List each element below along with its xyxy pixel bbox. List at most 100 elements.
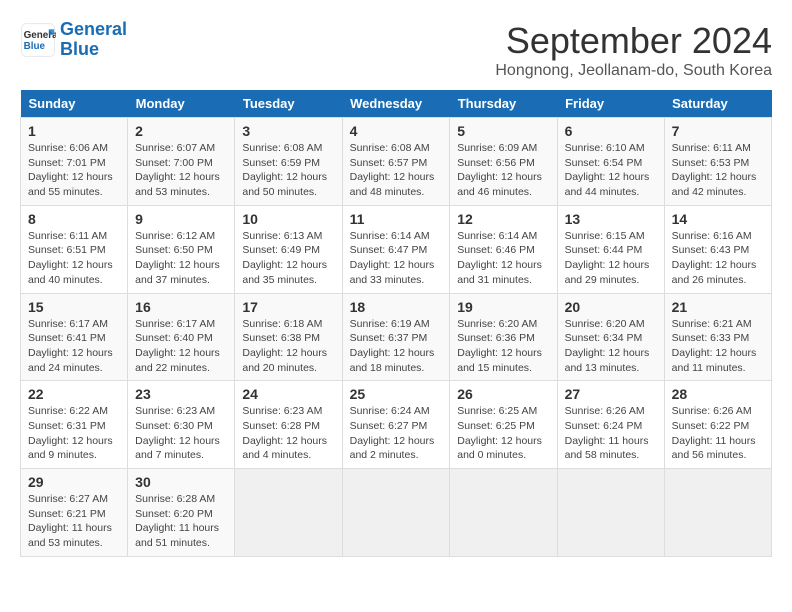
cell-info: Sunrise: 6:20 AMSunset: 6:34 PMDaylight:… xyxy=(565,318,650,374)
day-number: 19 xyxy=(457,299,549,315)
day-number: 14 xyxy=(672,211,764,227)
weekday-header-thursday: Thursday xyxy=(450,90,557,118)
cell-info: Sunrise: 6:06 AMSunset: 7:01 PMDaylight:… xyxy=(28,142,113,198)
calendar-cell xyxy=(235,469,342,557)
day-number: 26 xyxy=(457,386,549,402)
cell-info: Sunrise: 6:11 AMSunset: 6:51 PMDaylight:… xyxy=(28,230,113,286)
day-number: 13 xyxy=(565,211,657,227)
calendar-cell: 12 Sunrise: 6:14 AMSunset: 6:46 PMDaylig… xyxy=(450,205,557,293)
cell-info: Sunrise: 6:27 AMSunset: 6:21 PMDaylight:… xyxy=(28,493,112,549)
cell-info: Sunrise: 6:24 AMSunset: 6:27 PMDaylight:… xyxy=(350,405,435,461)
cell-info: Sunrise: 6:12 AMSunset: 6:50 PMDaylight:… xyxy=(135,230,220,286)
logo-general: General xyxy=(60,19,127,39)
day-number: 2 xyxy=(135,123,227,139)
day-number: 8 xyxy=(28,211,120,227)
day-number: 3 xyxy=(242,123,334,139)
day-number: 20 xyxy=(565,299,657,315)
cell-info: Sunrise: 6:17 AMSunset: 6:40 PMDaylight:… xyxy=(135,318,220,374)
day-number: 4 xyxy=(350,123,443,139)
cell-info: Sunrise: 6:07 AMSunset: 7:00 PMDaylight:… xyxy=(135,142,220,198)
calendar-cell: 16 Sunrise: 6:17 AMSunset: 6:40 PMDaylig… xyxy=(128,293,235,381)
calendar-cell: 29 Sunrise: 6:27 AMSunset: 6:21 PMDaylig… xyxy=(21,469,128,557)
cell-info: Sunrise: 6:26 AMSunset: 6:22 PMDaylight:… xyxy=(672,405,756,461)
logo: General Blue General Blue xyxy=(20,20,127,60)
calendar-cell: 19 Sunrise: 6:20 AMSunset: 6:36 PMDaylig… xyxy=(450,293,557,381)
calendar-cell xyxy=(450,469,557,557)
calendar-cell: 26 Sunrise: 6:25 AMSunset: 6:25 PMDaylig… xyxy=(450,381,557,469)
calendar-week-1: 1 Sunrise: 6:06 AMSunset: 7:01 PMDayligh… xyxy=(21,118,772,206)
day-number: 12 xyxy=(457,211,549,227)
day-number: 30 xyxy=(135,474,227,490)
weekday-header-monday: Monday xyxy=(128,90,235,118)
calendar-cell: 20 Sunrise: 6:20 AMSunset: 6:34 PMDaylig… xyxy=(557,293,664,381)
calendar-cell: 23 Sunrise: 6:23 AMSunset: 6:30 PMDaylig… xyxy=(128,381,235,469)
calendar-cell: 6 Sunrise: 6:10 AMSunset: 6:54 PMDayligh… xyxy=(557,118,664,206)
day-number: 23 xyxy=(135,386,227,402)
cell-info: Sunrise: 6:23 AMSunset: 6:28 PMDaylight:… xyxy=(242,405,327,461)
day-number: 27 xyxy=(565,386,657,402)
calendar-cell: 14 Sunrise: 6:16 AMSunset: 6:43 PMDaylig… xyxy=(664,205,771,293)
day-number: 7 xyxy=(672,123,764,139)
cell-info: Sunrise: 6:28 AMSunset: 6:20 PMDaylight:… xyxy=(135,493,219,549)
day-number: 28 xyxy=(672,386,764,402)
calendar-cell: 24 Sunrise: 6:23 AMSunset: 6:28 PMDaylig… xyxy=(235,381,342,469)
calendar-cell: 4 Sunrise: 6:08 AMSunset: 6:57 PMDayligh… xyxy=(342,118,450,206)
cell-info: Sunrise: 6:17 AMSunset: 6:41 PMDaylight:… xyxy=(28,318,113,374)
cell-info: Sunrise: 6:11 AMSunset: 6:53 PMDaylight:… xyxy=(672,142,757,198)
calendar-cell: 22 Sunrise: 6:22 AMSunset: 6:31 PMDaylig… xyxy=(21,381,128,469)
day-number: 29 xyxy=(28,474,120,490)
calendar-cell: 13 Sunrise: 6:15 AMSunset: 6:44 PMDaylig… xyxy=(557,205,664,293)
day-number: 17 xyxy=(242,299,334,315)
month-title: September 2024 xyxy=(495,20,772,62)
cell-info: Sunrise: 6:23 AMSunset: 6:30 PMDaylight:… xyxy=(135,405,220,461)
day-number: 15 xyxy=(28,299,120,315)
day-number: 1 xyxy=(28,123,120,139)
cell-info: Sunrise: 6:15 AMSunset: 6:44 PMDaylight:… xyxy=(565,230,650,286)
calendar-cell: 10 Sunrise: 6:13 AMSunset: 6:49 PMDaylig… xyxy=(235,205,342,293)
cell-info: Sunrise: 6:22 AMSunset: 6:31 PMDaylight:… xyxy=(28,405,113,461)
cell-info: Sunrise: 6:25 AMSunset: 6:25 PMDaylight:… xyxy=(457,405,542,461)
calendar-cell: 18 Sunrise: 6:19 AMSunset: 6:37 PMDaylig… xyxy=(342,293,450,381)
calendar-cell: 30 Sunrise: 6:28 AMSunset: 6:20 PMDaylig… xyxy=(128,469,235,557)
location: Hongnong, Jeollanam-do, South Korea xyxy=(495,62,772,80)
svg-text:Blue: Blue xyxy=(24,41,46,52)
weekday-header-saturday: Saturday xyxy=(664,90,771,118)
cell-info: Sunrise: 6:13 AMSunset: 6:49 PMDaylight:… xyxy=(242,230,327,286)
calendar-cell: 1 Sunrise: 6:06 AMSunset: 7:01 PMDayligh… xyxy=(21,118,128,206)
calendar-cell: 11 Sunrise: 6:14 AMSunset: 6:47 PMDaylig… xyxy=(342,205,450,293)
cell-info: Sunrise: 6:14 AMSunset: 6:47 PMDaylight:… xyxy=(350,230,435,286)
calendar-cell xyxy=(342,469,450,557)
cell-info: Sunrise: 6:08 AMSunset: 6:57 PMDaylight:… xyxy=(350,142,435,198)
day-number: 21 xyxy=(672,299,764,315)
calendar-cell: 2 Sunrise: 6:07 AMSunset: 7:00 PMDayligh… xyxy=(128,118,235,206)
day-number: 6 xyxy=(565,123,657,139)
day-number: 22 xyxy=(28,386,120,402)
day-number: 11 xyxy=(350,211,443,227)
weekday-header-row: SundayMondayTuesdayWednesdayThursdayFrid… xyxy=(21,90,772,118)
calendar-cell: 17 Sunrise: 6:18 AMSunset: 6:38 PMDaylig… xyxy=(235,293,342,381)
cell-info: Sunrise: 6:20 AMSunset: 6:36 PMDaylight:… xyxy=(457,318,542,374)
day-number: 16 xyxy=(135,299,227,315)
weekday-header-friday: Friday xyxy=(557,90,664,118)
weekday-header-sunday: Sunday xyxy=(21,90,128,118)
calendar-cell: 9 Sunrise: 6:12 AMSunset: 6:50 PMDayligh… xyxy=(128,205,235,293)
day-number: 25 xyxy=(350,386,443,402)
calendar-cell: 5 Sunrise: 6:09 AMSunset: 6:56 PMDayligh… xyxy=(450,118,557,206)
cell-info: Sunrise: 6:19 AMSunset: 6:37 PMDaylight:… xyxy=(350,318,435,374)
cell-info: Sunrise: 6:08 AMSunset: 6:59 PMDaylight:… xyxy=(242,142,327,198)
cell-info: Sunrise: 6:10 AMSunset: 6:54 PMDaylight:… xyxy=(565,142,650,198)
page-header: General Blue General Blue September 2024… xyxy=(20,20,772,80)
calendar-cell: 7 Sunrise: 6:11 AMSunset: 6:53 PMDayligh… xyxy=(664,118,771,206)
cell-info: Sunrise: 6:26 AMSunset: 6:24 PMDaylight:… xyxy=(565,405,649,461)
logo-icon: General Blue xyxy=(20,22,56,58)
calendar-week-5: 29 Sunrise: 6:27 AMSunset: 6:21 PMDaylig… xyxy=(21,469,772,557)
day-number: 24 xyxy=(242,386,334,402)
weekday-header-tuesday: Tuesday xyxy=(235,90,342,118)
calendar-week-3: 15 Sunrise: 6:17 AMSunset: 6:41 PMDaylig… xyxy=(21,293,772,381)
calendar-cell: 3 Sunrise: 6:08 AMSunset: 6:59 PMDayligh… xyxy=(235,118,342,206)
calendar-cell: 21 Sunrise: 6:21 AMSunset: 6:33 PMDaylig… xyxy=(664,293,771,381)
weekday-header-wednesday: Wednesday xyxy=(342,90,450,118)
calendar-cell: 15 Sunrise: 6:17 AMSunset: 6:41 PMDaylig… xyxy=(21,293,128,381)
calendar-table: SundayMondayTuesdayWednesdayThursdayFrid… xyxy=(20,90,772,557)
calendar-cell: 28 Sunrise: 6:26 AMSunset: 6:22 PMDaylig… xyxy=(664,381,771,469)
